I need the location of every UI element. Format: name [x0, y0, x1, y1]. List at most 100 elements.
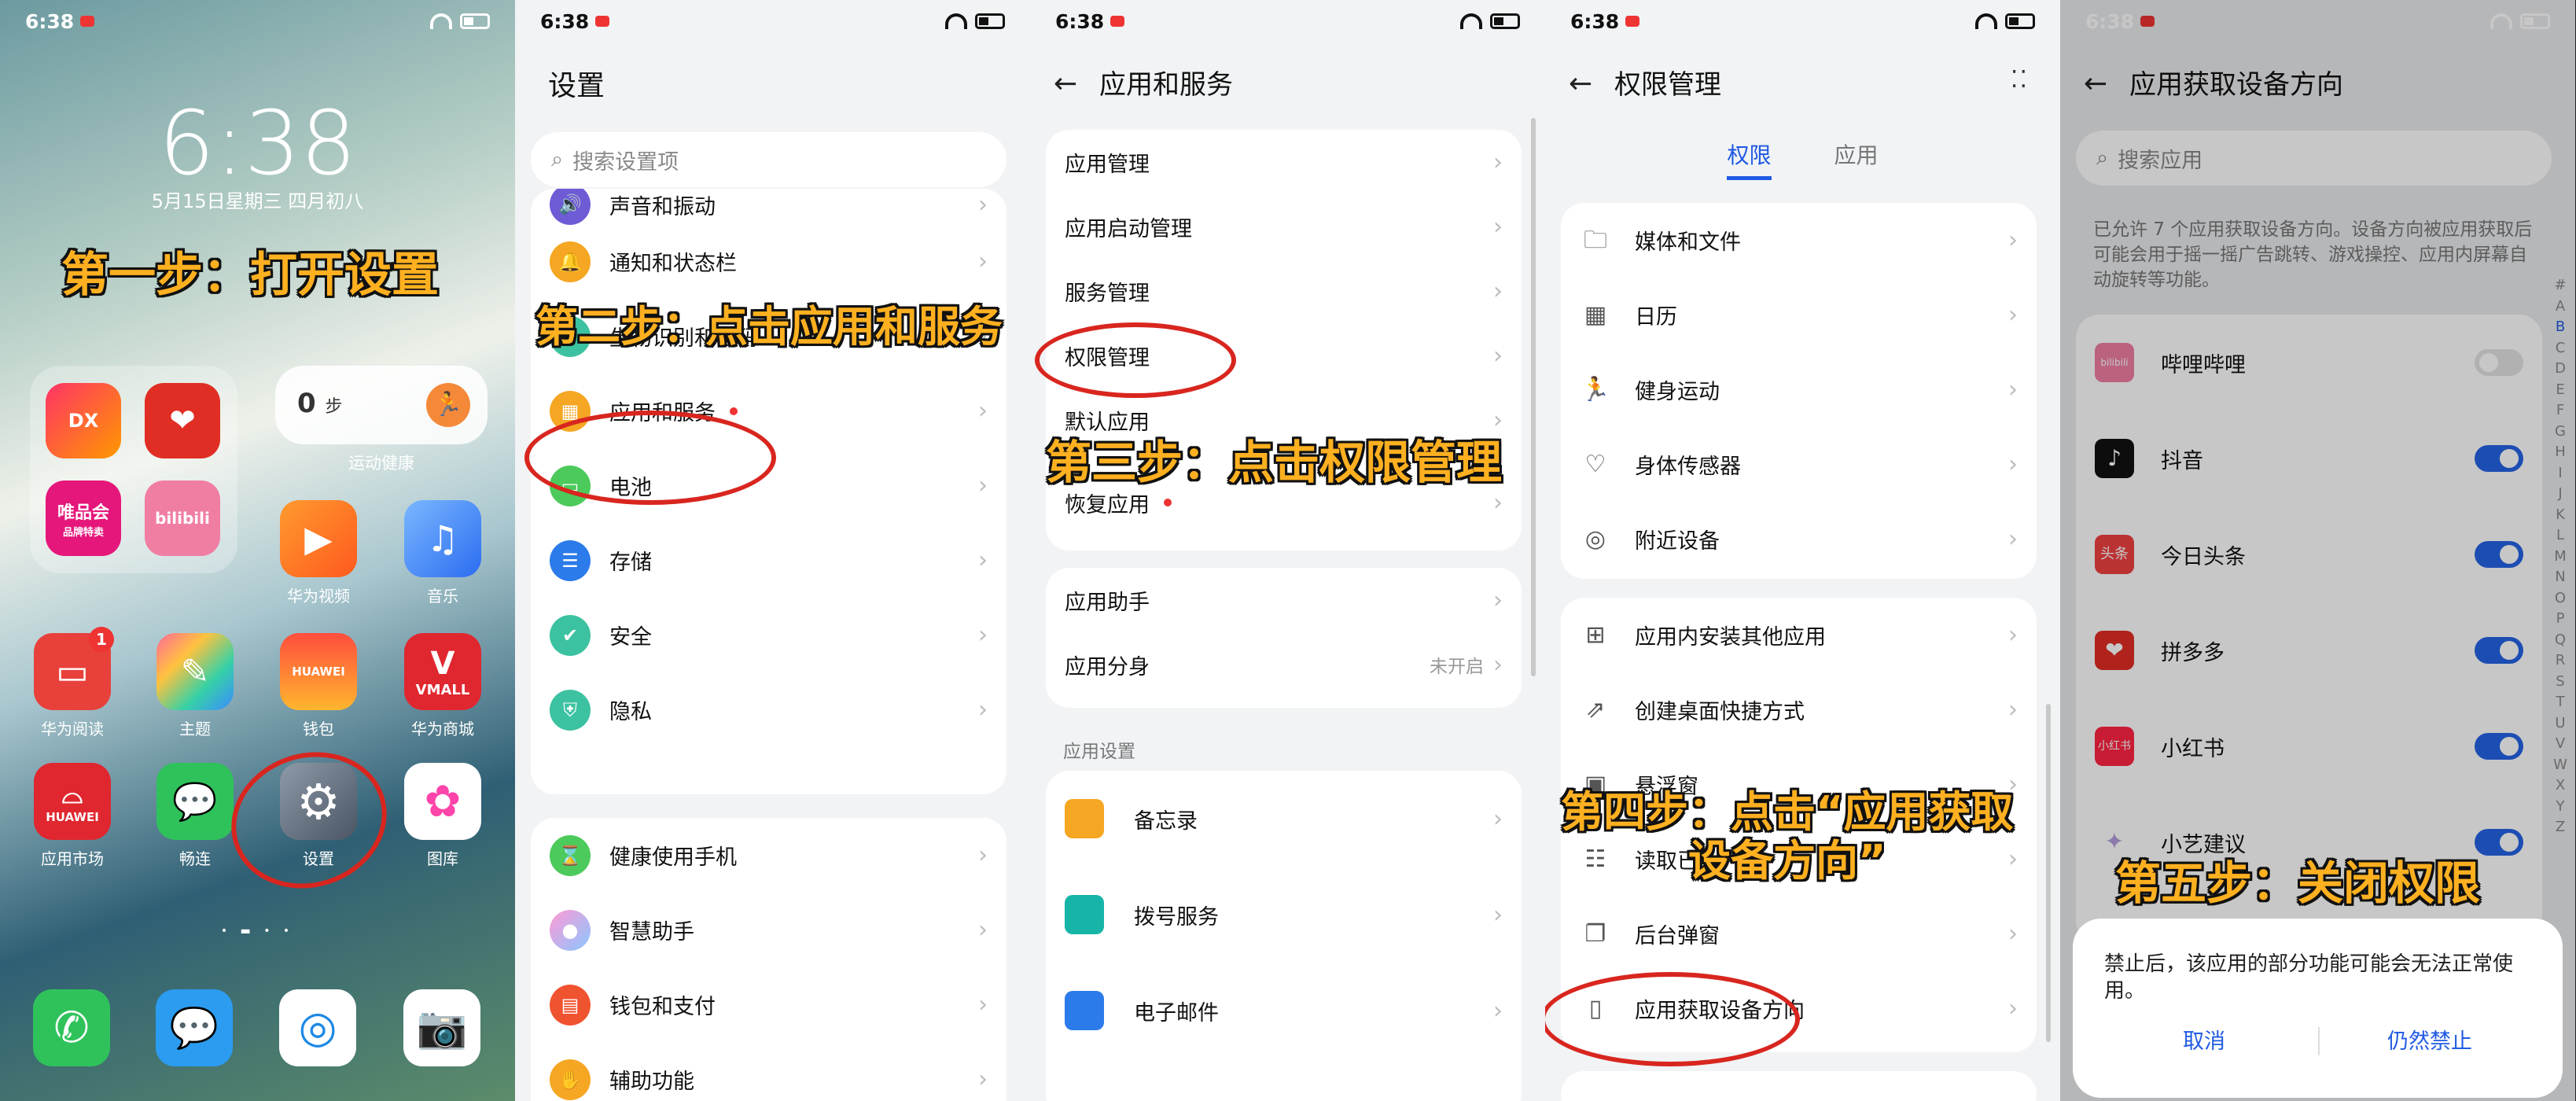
list-item[interactable]: ▦ 日历 ›	[1561, 278, 2037, 352]
recording-icon	[595, 16, 610, 27]
list-item[interactable]: 备忘录 ›	[1046, 771, 1522, 867]
app-vmall[interactable]: V VMALL 华为商城	[403, 633, 482, 739]
video-play-icon: ▶	[280, 500, 357, 577]
list-item[interactable]: 服务管理 ›	[1046, 259, 1522, 323]
settings-list-2: ⌛ 健康使用手机 › ● 智慧助手 › ▤ 钱包和支付 › ✋ 辅助功能 ›	[531, 818, 1006, 1101]
list-item[interactable]: ❐ 后台弹窗 ›	[1561, 897, 2037, 971]
vip-app-icon[interactable]: 唯品会 品牌特卖	[46, 481, 121, 556]
list-item[interactable]: ◎ 附近设备 ›	[1561, 502, 2037, 576]
status-bar: 6:38	[1545, 0, 2060, 42]
back-arrow-icon[interactable]: ←	[1569, 68, 1592, 100]
messages-icon[interactable]: 💬	[156, 989, 233, 1066]
app-huawei-books[interactable]: ▭ 1 华为阅读	[33, 627, 114, 739]
install-apps-icon: ⊞	[1585, 620, 1606, 649]
settings-item[interactable]: 🔊 声音和振动 ›	[531, 189, 1006, 225]
pinduoduo-app-icon[interactable]: ❤	[145, 383, 220, 458]
wifi-icon	[1975, 13, 1997, 29]
status-time: 6:38	[540, 9, 590, 33]
apps-services-screen: 6:38 ← 应用和服务 应用管理 › 应用启动管理 › 服务管理 › 权限管理 › 默…	[1030, 0, 1545, 1101]
settings-item[interactable]: ⌛ 健康使用手机 ›	[531, 818, 1006, 893]
tab-apps[interactable]: 应用	[1834, 138, 1879, 180]
back-arrow-icon[interactable]: ←	[1054, 68, 1077, 100]
app-gallery[interactable]: ✿ 图库	[403, 763, 482, 869]
highlight-ring	[213, 732, 405, 908]
app-wallet[interactable]: HUAWEI 钱包	[279, 633, 358, 739]
hand-icon: ✋	[550, 1059, 591, 1100]
app-themes[interactable]: ✎ 主题	[156, 633, 234, 739]
chevron-right-icon: ›	[2008, 621, 2018, 649]
chevron-right-icon: ›	[978, 248, 988, 275]
list-item[interactable]: 拨号服务 ›	[1046, 867, 1522, 963]
privacy-icon: ⛨	[550, 689, 591, 731]
list-item[interactable]: 应用分身 未开启 ›	[1046, 632, 1522, 697]
status-time: 6:38	[1055, 9, 1105, 33]
list-item[interactable]: ♡ 身体传感器 ›	[1561, 427, 2037, 502]
app-folder-widget[interactable]: DX ❤ 唯品会 品牌特卖 bilibili	[30, 366, 237, 573]
status-time: 6:38	[25, 9, 75, 33]
browser-icon[interactable]: ◎	[279, 989, 356, 1066]
list-item[interactable]: ⊞ 应用内安装其他应用 ›	[1561, 598, 2037, 672]
settings-item[interactable]: ☰ 存储 ›	[531, 523, 1006, 598]
lock-date: 5月15日星期三 四月初八	[151, 190, 364, 212]
battery-icon	[975, 13, 1005, 29]
battery-icon	[1490, 13, 1520, 29]
wallet-icon: HUAWEI	[280, 633, 357, 710]
list-item[interactable]: 电子邮件 ›	[1046, 963, 1522, 1059]
permission-list-3	[1561, 1071, 2037, 1101]
settings-item[interactable]: ⛨ 隐私 ›	[531, 672, 1006, 747]
shield-icon: ✔	[550, 614, 591, 656]
chevron-right-icon: ›	[978, 696, 988, 724]
popup-icon: ❐	[1584, 919, 1606, 948]
app-meetime[interactable]: 💬 畅连	[156, 763, 234, 869]
chevron-right-icon: ›	[2008, 376, 2018, 403]
scrollbar[interactable]	[1531, 118, 1536, 676]
step-annotation: 第一步：打开设置	[61, 248, 439, 303]
chevron-right-icon: ›	[2008, 226, 2018, 254]
list-item[interactable]: 🏃 健身运动 ›	[1561, 352, 2037, 427]
status-bar: 6:38	[0, 0, 515, 42]
scrollbar[interactable]	[2046, 704, 2051, 1042]
search-icon: ⌕	[551, 147, 564, 171]
list-item[interactable]: ⇗ 创建桌面快捷方式 ›	[1561, 672, 2037, 747]
phone-dial-icon	[1065, 895, 1104, 934]
list-item[interactable]: 应用助手 ›	[1046, 568, 1522, 632]
status-value: 未开启	[1430, 657, 1484, 677]
settings-item[interactable]: ✔ 安全 ›	[531, 598, 1006, 672]
dx-app-icon[interactable]: DX	[46, 383, 121, 458]
vmall-icon: V VMALL	[404, 633, 481, 710]
tab-permissions[interactable]: 权限	[1727, 138, 1772, 180]
phone-icon[interactable]: ✆	[33, 989, 110, 1066]
notepad-icon	[1065, 799, 1104, 838]
search-input[interactable]: ⌕ 搜索设置项	[531, 132, 1006, 187]
camera-icon[interactable]: 📷	[403, 989, 480, 1066]
still-disable-button[interactable]: 仍然禁止	[2387, 1024, 2472, 1055]
settings-item[interactable]: 🔔 通知和状态栏 ›	[531, 224, 1006, 299]
assistant-icon: ●	[550, 909, 591, 951]
list-item[interactable]: 应用启动管理 ›	[1046, 194, 1522, 259]
wallet-pay-icon: ▤	[550, 984, 591, 1026]
nearby-icon: ◎	[1584, 525, 1606, 553]
chevron-right-icon: ›	[2008, 995, 2018, 1022]
settings-item[interactable]: ▤ 钱包和支付 ›	[531, 967, 1006, 1042]
list-item[interactable]: 应用管理 ›	[1046, 130, 1522, 194]
hourglass-icon: ⌛	[550, 834, 591, 876]
app-huawei-video[interactable]: ▶ 华为视频	[279, 500, 358, 606]
chevron-right-icon: ›	[978, 841, 988, 869]
list-item[interactable]: 🗀 媒体和文件 ›	[1561, 203, 2037, 278]
chevron-right-icon: ›	[1493, 805, 1503, 833]
settings-item[interactable]: ✋ 辅助功能 ›	[531, 1042, 1006, 1101]
bilibili-app-icon[interactable]: bilibili	[145, 481, 220, 556]
settings-item[interactable]: ● 智慧助手 ›	[531, 893, 1006, 967]
health-widget[interactable]: 0 步 🏃	[275, 366, 488, 444]
app-settings-list: 备忘录 › 拨号服务 › 电子邮件 ›	[1046, 771, 1522, 1101]
chevron-right-icon: ›	[978, 621, 988, 649]
chevron-right-icon: ›	[1493, 488, 1503, 517]
app-music[interactable]: ♫ 音乐	[403, 500, 482, 606]
more-options-icon[interactable]: ⁚⁚	[2011, 66, 2029, 94]
app-appgallery[interactable]: ⌓ HUAWEI 应用市场	[33, 763, 112, 869]
cancel-button[interactable]: 取消	[2183, 1024, 2225, 1055]
shortcut-icon: ⇗	[1585, 695, 1606, 724]
recording-icon	[80, 16, 95, 27]
folder-icon: 🗀	[1584, 226, 1607, 254]
status-bar: 6:38	[515, 0, 1030, 42]
